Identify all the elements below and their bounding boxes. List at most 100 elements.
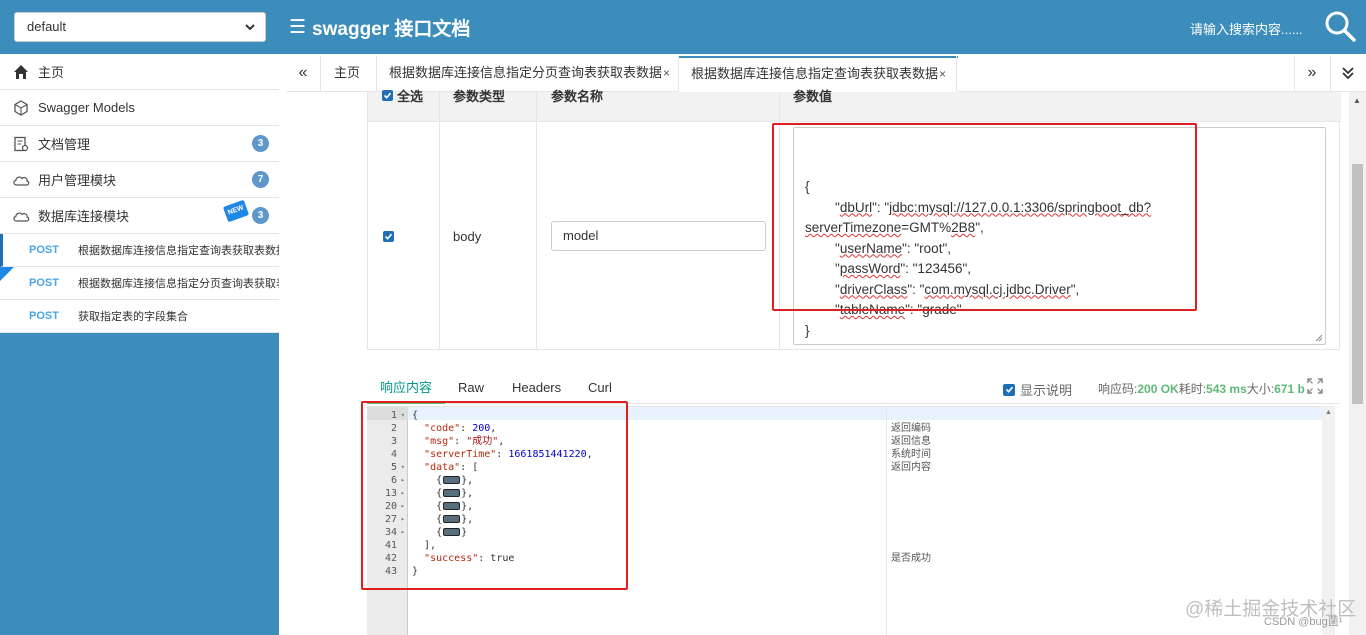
- code-line: {},: [412, 488, 474, 499]
- comment-column-divider: [886, 407, 887, 635]
- fold-closed-icon[interactable]: ▸: [401, 526, 405, 539]
- collapsed-object-icon[interactable]: [443, 515, 461, 523]
- code-line: "success": true: [424, 553, 515, 564]
- collapsed-object-icon[interactable]: [443, 528, 461, 536]
- line-number: 13: [384, 488, 397, 499]
- line-number: 4: [390, 449, 397, 460]
- tab-scroll-left-button[interactable]: «: [286, 56, 320, 92]
- fold-open-icon[interactable]: ▾: [401, 461, 405, 474]
- code-value: 200 OK: [1137, 382, 1179, 396]
- json-line: "dbUrl": "jdbc:mysql://127.0.0.1:3306/sp…: [805, 198, 1314, 219]
- sidebar-item-db-module[interactable]: 数据库连接模块 NEW 3: [0, 198, 279, 234]
- scroll-up-icon[interactable]: ▲: [1353, 96, 1361, 105]
- tab-divider: [956, 56, 957, 92]
- json-fragment: ": "123456",: [900, 261, 972, 276]
- scrollbar-thumb[interactable]: [1352, 164, 1363, 404]
- api-item-table-fields[interactable]: POST 获取指定表的字段集合: [0, 300, 279, 333]
- active-line-highlight: [408, 407, 1335, 420]
- checkbox-checked-icon[interactable]: [1003, 383, 1015, 396]
- collapsed-object-icon[interactable]: [443, 476, 461, 484]
- json-fragment: ": "grade": [905, 302, 962, 317]
- tab-scroll-right-button[interactable]: »: [1295, 56, 1329, 92]
- header-label: 参数类型: [453, 89, 506, 104]
- count-badge: 3: [252, 207, 269, 224]
- json-line: }: [805, 321, 1314, 342]
- group-select[interactable]: default: [14, 12, 266, 42]
- size-label: 大小:: [1246, 382, 1275, 396]
- line-number: 1: [390, 410, 397, 421]
- code-line: "msg": "成功",: [424, 436, 505, 447]
- field-description: 返回内容: [891, 462, 931, 473]
- json-fragment: {: [805, 179, 810, 194]
- tab-response-content[interactable]: 响应内容: [367, 372, 446, 404]
- line-number: 42: [384, 553, 397, 564]
- json-fragment: ": [805, 240, 840, 256]
- fold-closed-icon[interactable]: ▸: [401, 487, 405, 500]
- api-item-page-query-table[interactable]: POST 根据数据库连接信息指定分页查询表获取表数据: [0, 267, 279, 300]
- fold-closed-icon[interactable]: ▸: [401, 513, 405, 526]
- fullscreen-icon[interactable]: [1307, 378, 1323, 394]
- code-line: {: [412, 410, 419, 421]
- models-icon: [12, 99, 30, 117]
- fold-closed-icon[interactable]: ▸: [401, 500, 405, 513]
- http-method: POST: [29, 277, 59, 289]
- code-line: "serverTime": 1661851441220,: [424, 449, 593, 460]
- sidebar-item-home[interactable]: 主页: [0, 54, 279, 90]
- code-label: 响应码:: [1098, 382, 1138, 396]
- checkbox-checked-icon[interactable]: [382, 90, 393, 101]
- params-table-header: 全选 参数类型 参数名称 参数值: [368, 89, 1341, 122]
- home-icon: [12, 63, 30, 81]
- sidebar-item-label: 用户管理模块: [38, 173, 117, 188]
- menu-toggle-icon[interactable]: ☰: [289, 16, 306, 39]
- search-input[interactable]: 请输入搜索内容......: [1190, 19, 1303, 38]
- tab-raw[interactable]: Raw: [445, 372, 497, 404]
- time-label: 耗时:: [1178, 382, 1207, 396]
- tab-label: 根据数据库连接信息指定分页查询表获取表数据: [389, 65, 663, 80]
- field-description: 系统时间: [891, 449, 931, 460]
- param-value-textarea[interactable]: { "dbUrl": "jdbc:mysql://127.0.0.1:3306/…: [793, 127, 1326, 345]
- sidebar-item-swagger-models[interactable]: Swagger Models: [0, 90, 279, 126]
- column-divider: [439, 92, 440, 350]
- tab-curl[interactable]: Curl: [575, 372, 625, 404]
- line-number: 43: [384, 566, 397, 577]
- search-icon[interactable]: [1322, 8, 1358, 44]
- sidebar-item-user-module[interactable]: 用户管理模块 7: [0, 162, 279, 198]
- sidebar-item-doc-manage[interactable]: 文档管理 3: [0, 126, 279, 162]
- param-type: body: [453, 229, 482, 244]
- resize-handle-icon[interactable]: [1315, 334, 1323, 342]
- api-item-query-table[interactable]: POST 根据数据库连接信息指定查询表获取表数据: [0, 234, 279, 267]
- collapsed-object-icon[interactable]: [443, 502, 461, 510]
- json-line: "userName": "root",: [805, 239, 1314, 260]
- fold-open-icon[interactable]: ▾: [401, 409, 405, 422]
- code-line: ],: [412, 540, 437, 551]
- sidebar-menu: 主页 Swagger Models 文档管理 3 用户管理模块 7 数据库连接模…: [0, 54, 279, 333]
- sidebar-item-label: 主页: [38, 65, 65, 80]
- header-label: 参数名称: [551, 89, 604, 104]
- tab-menu-button[interactable]: [1331, 56, 1365, 92]
- time-value: 543 ms: [1206, 382, 1247, 396]
- fold-closed-icon[interactable]: ▸: [401, 474, 405, 487]
- new-corner-icon: [0, 267, 14, 281]
- tab-label: 根据数据库连接信息指定查询表获取表数据: [691, 66, 939, 81]
- json-fragment: 2B8: [951, 220, 976, 235]
- tab-headers[interactable]: Headers: [499, 372, 574, 404]
- json-fragment: ": "root",: [902, 240, 951, 256]
- show-description-toggle[interactable]: 显示说明: [1003, 380, 1072, 399]
- json-line: {: [805, 177, 1314, 198]
- param-name-input[interactable]: model: [551, 221, 766, 251]
- close-icon[interactable]: ×: [663, 66, 670, 80]
- scroll-up-icon[interactable]: ▲: [1325, 409, 1332, 416]
- line-number: 41: [384, 540, 397, 551]
- json-fragment: com.mysql.cj.jdbc.Driver: [924, 281, 1071, 297]
- json-fragment: passWord: [839, 261, 901, 276]
- json-fragment: ": ": [872, 199, 890, 215]
- collapsed-object-icon[interactable]: [443, 489, 461, 497]
- page-scrollbar[interactable]: ▲: [1349, 92, 1366, 635]
- row-checkbox[interactable]: [383, 231, 394, 242]
- tab-home[interactable]: 主页: [322, 56, 372, 92]
- close-icon[interactable]: ×: [939, 67, 946, 81]
- select-all[interactable]: 全选: [382, 86, 423, 105]
- line-number: 3: [390, 436, 397, 447]
- app-title-text: swagger 接口文档: [312, 19, 471, 40]
- code-line: {},: [412, 501, 474, 512]
